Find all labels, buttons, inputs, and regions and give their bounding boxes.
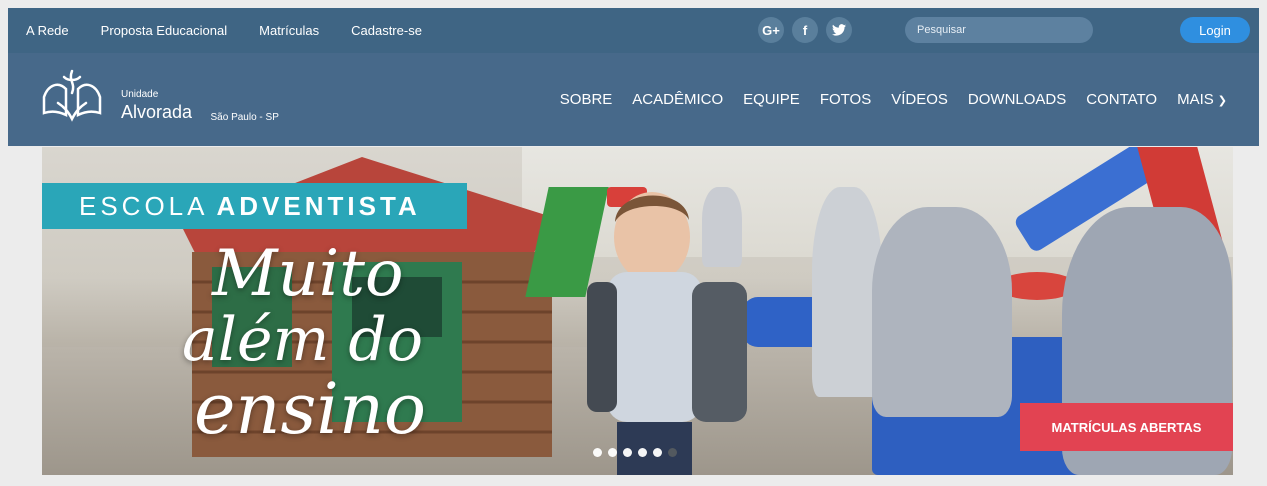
google-plus-icon[interactable]: G+ bbox=[758, 17, 784, 43]
hero-headline: Muito além do ensino bbox=[182, 242, 426, 444]
nav-videos[interactable]: VÍDEOS bbox=[891, 91, 948, 108]
search-input[interactable] bbox=[917, 24, 1087, 36]
tag-bold-text: ADVENTISTA bbox=[216, 190, 421, 221]
unit-label: Unidade bbox=[121, 89, 159, 100]
login-button[interactable]: Login bbox=[1180, 17, 1250, 43]
social-links: G+ f bbox=[758, 17, 852, 43]
nav-mais[interactable]: MAIS ❯ bbox=[1177, 91, 1227, 108]
tag-light-text: ESCOLA bbox=[79, 190, 209, 221]
boy-with-backpack-image bbox=[587, 192, 747, 475]
carousel-dot[interactable] bbox=[638, 448, 647, 457]
top-utility-bar: A Rede Proposta Educacional Matrículas C… bbox=[8, 8, 1259, 53]
headline-line-3: ensino bbox=[194, 368, 427, 450]
twitter-icon[interactable] bbox=[826, 17, 852, 43]
main-nav: SOBRE ACADÊMICO EQUIPE FOTOS VÍDEOS DOWN… bbox=[560, 91, 1227, 108]
facebook-icon[interactable]: f bbox=[792, 17, 818, 43]
unit-location: São Paulo - SP bbox=[210, 112, 279, 123]
top-link-cadastre[interactable]: Cadastre-se bbox=[351, 23, 422, 38]
top-links: A Rede Proposta Educacional Matrículas C… bbox=[8, 23, 454, 38]
headline-line-2: além do bbox=[182, 305, 423, 375]
hero-banner[interactable]: ESCOLA ADVENTISTA Muito além do ensino M… bbox=[42, 147, 1233, 475]
page: A Rede Proposta Educacional Matrículas C… bbox=[0, 0, 1267, 486]
nav-contato[interactable]: CONTATO bbox=[1086, 91, 1157, 108]
chevron-down-icon: ❯ bbox=[1217, 95, 1227, 107]
nav-mais-label: MAIS bbox=[1177, 91, 1214, 108]
nav-downloads[interactable]: DOWNLOADS bbox=[968, 91, 1066, 108]
main-header: Unidade Alvorada São Paulo - SP SOBRE AC… bbox=[8, 53, 1259, 146]
carousel-dot[interactable] bbox=[623, 448, 632, 457]
carousel-dots bbox=[593, 448, 677, 457]
nav-equipe[interactable]: EQUIPE bbox=[743, 91, 800, 108]
top-link-a-rede[interactable]: A Rede bbox=[26, 23, 69, 38]
nav-fotos[interactable]: FOTOS bbox=[820, 91, 871, 108]
enrollment-open-button[interactable]: MATRÍCULAS ABERTAS bbox=[1020, 403, 1233, 451]
carousel-dot[interactable] bbox=[668, 448, 677, 457]
brand[interactable]: Unidade Alvorada São Paulo - SP bbox=[121, 89, 279, 123]
child-figure bbox=[872, 207, 1012, 417]
top-link-proposta[interactable]: Proposta Educacional bbox=[101, 23, 227, 38]
search-box[interactable] bbox=[905, 17, 1093, 43]
school-logo-icon[interactable] bbox=[38, 67, 106, 127]
school-tag: ESCOLA ADVENTISTA bbox=[42, 183, 467, 229]
carousel-dot[interactable] bbox=[608, 448, 617, 457]
nav-sobre[interactable]: SOBRE bbox=[560, 91, 613, 108]
headline-line-1: Muito bbox=[212, 237, 404, 311]
carousel-dot[interactable] bbox=[593, 448, 602, 457]
carousel-dot[interactable] bbox=[653, 448, 662, 457]
top-link-matriculas[interactable]: Matrículas bbox=[259, 23, 319, 38]
unit-name: Alvorada bbox=[121, 102, 193, 122]
nav-academico[interactable]: ACADÊMICO bbox=[632, 91, 723, 108]
